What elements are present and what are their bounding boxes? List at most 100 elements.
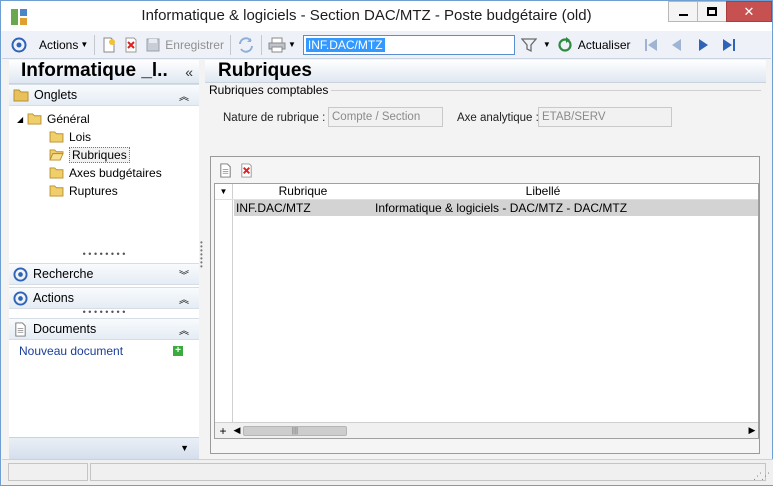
tree-node-lois[interactable]: Lois [9, 128, 199, 146]
new-button[interactable] [98, 33, 120, 57]
nature-label: Nature de rubrique : [223, 112, 326, 124]
left-panel-footer[interactable]: ▼ [9, 437, 199, 459]
sync-button[interactable] [234, 33, 258, 57]
grid-toolbar [211, 157, 759, 183]
app-window: Informatique & logiciels - Section DAC/M… [0, 0, 773, 486]
minimize-button[interactable] [668, 1, 698, 22]
axe-label: Axe analytique : [457, 112, 539, 124]
add-icon[interactable]: + [173, 346, 183, 356]
chevron-down-icon: ▼ [80, 40, 89, 49]
row-indicator-column [215, 200, 233, 424]
column-header-libelle[interactable]: Libellé [393, 184, 693, 199]
previous-icon [671, 38, 681, 51]
toolbar-separator [229, 34, 231, 55]
recherche-section-header[interactable]: Recherche ︾ [9, 263, 199, 285]
nav-circle-button[interactable] [8, 33, 30, 57]
previous-record-button[interactable] [666, 33, 688, 57]
rubriques-grid: ▼ Rubrique Libellé INF.DAC/MTZ Informati… [214, 183, 759, 439]
scroll-right-icon[interactable]: ▶ [746, 425, 758, 436]
circle-target-icon [13, 290, 28, 306]
print-button[interactable]: ▼ [265, 33, 299, 57]
folder-icon [49, 131, 64, 143]
rubriques-comptables-group: Rubriques comptables Nature de rubrique … [209, 83, 765, 143]
chevron-down-icon: ▼ [542, 40, 551, 49]
status-cell-main [90, 463, 766, 481]
rubriques-grid-container: ▼ Rubrique Libellé INF.DAC/MTZ Informati… [210, 156, 760, 454]
grid-menu-arrow-icon[interactable]: ▼ [215, 184, 233, 199]
refresh-button[interactable]: Actualiser [554, 33, 634, 57]
chevron-down-icon: ▼ [287, 40, 296, 49]
main-panel-title: Rubriques [205, 60, 766, 83]
first-record-button[interactable] [640, 33, 662, 57]
delete-button[interactable] [120, 33, 142, 57]
left-panel: Informatique _l.. « Onglets ︽ ◢ Général … [9, 60, 199, 459]
scroll-thumb[interactable]: ||| [243, 425, 347, 436]
tree-node-label: Général [47, 112, 90, 126]
collapse-panel-icon[interactable]: « [185, 61, 193, 83]
new-row-icon[interactable] [218, 162, 233, 178]
main-panel: Rubriques Rubriques comptables Nature de… [205, 60, 766, 459]
chevron-down-icon: ▼ [180, 443, 189, 453]
recherche-label: Recherche [33, 267, 94, 281]
save-button[interactable]: Enregistrer [142, 33, 227, 57]
add-row-icon[interactable]: + [215, 424, 231, 438]
panel-splitter[interactable]: • • • • • • • [200, 239, 203, 277]
title-bar: Informatique & logiciels - Section DAC/M… [1, 1, 772, 31]
save-icon [146, 38, 160, 51]
documents-label: Documents [33, 322, 97, 336]
circle-target-icon [13, 266, 28, 282]
filter-button[interactable]: ▼ [518, 33, 554, 57]
window-controls: ✕ [668, 1, 772, 23]
resize-grip-icon[interactable]: ⋰⋰ [753, 471, 770, 482]
chevron-down-icon: ︾ [179, 271, 189, 282]
actions-menu-label: Actions [39, 37, 79, 52]
table-row[interactable]: INF.DAC/MTZ Informatique & logiciels - D… [234, 200, 758, 216]
close-icon: ✕ [743, 3, 755, 19]
group-title: Rubriques comptables [209, 83, 332, 97]
documents-section-header[interactable]: Documents ︽ [9, 318, 199, 340]
onglets-label: Onglets [34, 88, 78, 102]
scroll-left-icon[interactable]: ◀ [231, 425, 243, 436]
minimize-icon [678, 13, 688, 16]
grid-header: ▼ Rubrique Libellé [215, 184, 758, 200]
cell-rubrique: INF.DAC/MTZ [236, 201, 311, 215]
section-resize-grip[interactable]: • • • • • • • • [9, 308, 199, 317]
tree-node-axes-budgetaires[interactable]: Axes budgétaires [9, 164, 199, 182]
toolbar: Actions ▼ Enregistrer ▼ INF.DAC/MTZ ▼ Ac… [2, 31, 771, 59]
axe-field[interactable]: ETAB/SERV [538, 107, 672, 127]
delete-icon [125, 37, 137, 52]
tree-node-rubriques[interactable]: Rubriques [9, 146, 199, 164]
close-button[interactable]: ✕ [726, 1, 772, 22]
search-input-value: INF.DAC/MTZ [305, 37, 385, 52]
maximize-button[interactable] [697, 1, 727, 22]
search-input-box[interactable]: INF.DAC/MTZ [302, 34, 515, 55]
last-record-button[interactable] [718, 33, 740, 57]
column-header-rubrique[interactable]: Rubrique [233, 184, 373, 199]
status-cell-left [8, 463, 88, 481]
onglets-section-header[interactable]: Onglets ︽ [9, 84, 199, 106]
tree-node-general[interactable]: ◢ Général [9, 110, 199, 128]
left-panel-header: Informatique _l.. « [9, 60, 199, 84]
refresh-icon [558, 36, 572, 52]
tree-node-ruptures[interactable]: Ruptures [9, 182, 199, 200]
actions-label: Actions [33, 291, 74, 305]
new-document-label: Nouveau document [19, 344, 124, 358]
left-panel-title: Informatique _l.. [21, 60, 168, 81]
next-record-button[interactable] [692, 33, 714, 57]
folder-icon [49, 167, 64, 179]
toolbar-separator [260, 34, 262, 55]
status-bar: ⋰⋰ [2, 459, 773, 485]
toolbar-separator [94, 34, 96, 55]
actions-menu-button[interactable]: Actions ▼ [36, 33, 91, 57]
folder-icon [13, 89, 29, 102]
refresh-label: Actualiser [577, 37, 631, 52]
nature-field[interactable]: Compte / Section [328, 107, 443, 127]
delete-row-icon[interactable] [239, 162, 254, 178]
actions-section-header[interactable]: Actions ︽ [9, 287, 199, 309]
horizontal-scrollbar[interactable]: + ◀ ||| ▶ [215, 422, 758, 438]
tabs-tree: ◢ Général Lois Rubriques Axes budgétaire… [9, 106, 199, 251]
tree-node-label: Axes budgétaires [69, 166, 162, 180]
tree-node-label: Rubriques [69, 147, 130, 163]
new-document-link[interactable]: Nouveau document + [9, 340, 199, 362]
section-resize-grip[interactable]: • • • • • • • • [9, 250, 199, 259]
